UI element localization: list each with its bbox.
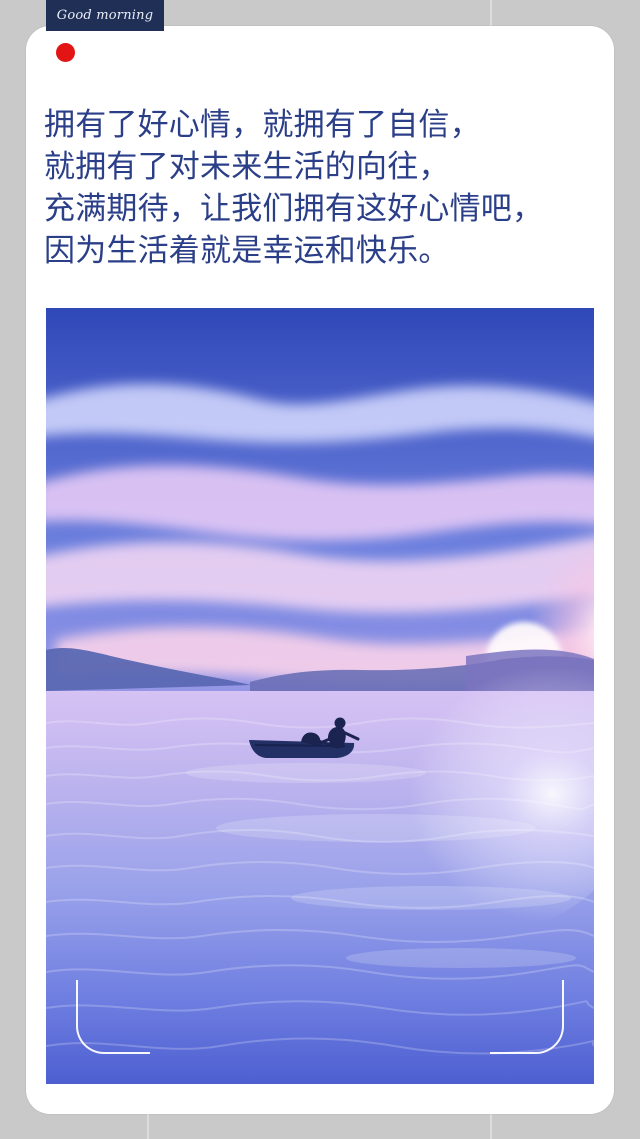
red-dot-icon xyxy=(56,43,75,62)
good-morning-text: Good morning xyxy=(56,8,154,23)
photo-illustration xyxy=(46,308,594,1084)
main-card: 拥有了好心情，就拥有了自信， 就拥有了对未来生活的向往， 充满期待，让我们拥有这… xyxy=(26,26,614,1114)
poem-line-4: 因为生活着就是幸运和快乐。 xyxy=(44,233,450,269)
poem-line-3: 充满期待，让我们拥有这好心情吧， xyxy=(44,191,544,227)
poem-text-block: 拥有了好心情，就拥有了自信， 就拥有了对未来生活的向往， 充满期待，让我们拥有这… xyxy=(44,104,599,272)
poem-line-2: 就拥有了对未来生活的向往， xyxy=(44,149,450,185)
good-morning-badge: Good morning xyxy=(46,0,164,31)
poem-line-1: 拥有了好心情，就拥有了自信， xyxy=(44,107,481,143)
sunset-lake-photo xyxy=(46,308,594,1084)
